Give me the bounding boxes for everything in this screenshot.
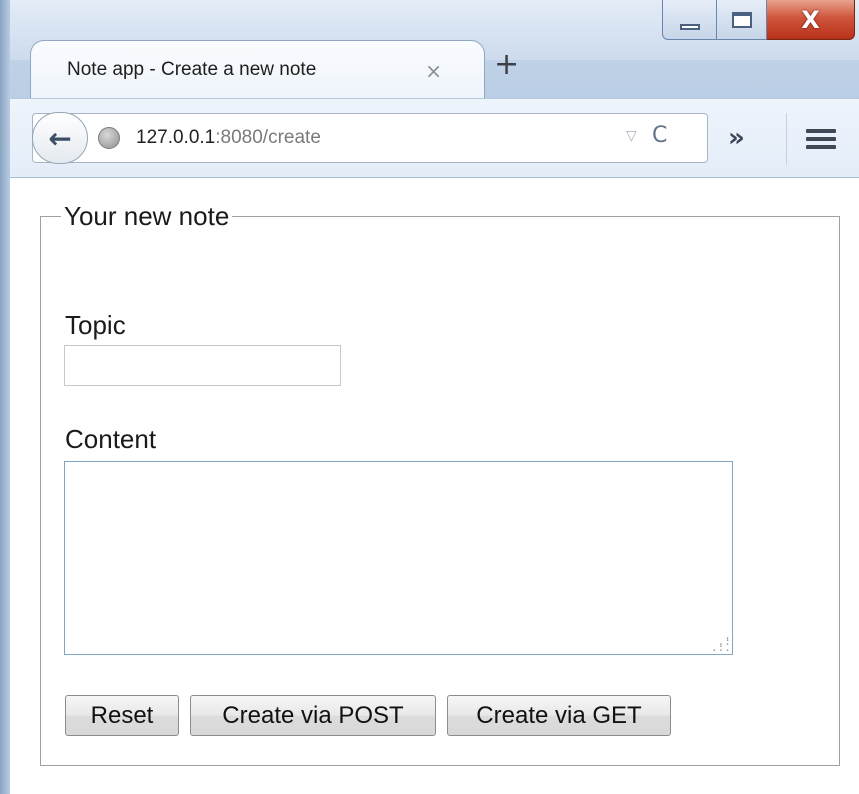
resize-grip-icon[interactable]: . .:.:. [711,630,731,653]
page-content: Your new note Topic Content . .:.:. Rese… [10,178,859,794]
window-left-edge [0,0,10,794]
navigation-toolbar: ← 127.0.0.1:8080/create ▽ C » [10,98,859,178]
url-path: :8080/create [215,127,321,148]
minimize-button[interactable] [662,0,717,40]
maximize-icon [731,11,752,28]
toolbar-separator [786,113,787,165]
content-label: Content [65,424,157,454]
toolbar-overflow-icon[interactable]: » [728,123,745,153]
url-text[interactable]: 127.0.0.1:8080/create [136,127,321,149]
tab-close-icon[interactable]: × [425,59,442,83]
maximize-button[interactable] [717,0,767,40]
create-via-get-button[interactable]: Create via GET [447,695,671,736]
tab-active[interactable]: Note app - Create a new note × [30,40,485,98]
browser-window: X Note app - Create a new note × + ← 127… [0,0,859,794]
new-tab-button[interactable]: + [494,50,519,80]
fieldset-legend: Your new note [64,201,230,231]
tab-title: Note app - Create a new note [67,58,317,80]
topic-input[interactable] [64,345,341,386]
minimize-icon [679,23,700,30]
url-host: 127.0.0.1 [136,127,216,148]
close-window-button[interactable]: X [767,0,855,40]
create-via-post-button[interactable]: Create via POST [190,695,436,736]
window-caption-buttons: X [662,0,855,40]
hamburger-menu-icon[interactable] [806,129,836,149]
url-history-dropdown-icon[interactable]: ▽ [626,128,637,144]
reload-icon[interactable]: C [652,123,667,148]
note-fieldset: Your new note Topic Content . .:.:. Rese… [40,201,840,766]
form-buttons: Reset Create via POST Create via GET [65,695,671,736]
content-textarea[interactable] [64,461,733,655]
globe-icon [98,127,120,149]
back-arrow-icon: ← [48,121,72,155]
reset-button[interactable]: Reset [65,695,179,736]
topic-label: Topic [65,310,126,340]
back-button[interactable]: ← [32,112,88,164]
close-icon: X [801,5,820,34]
url-bar[interactable] [32,113,708,163]
